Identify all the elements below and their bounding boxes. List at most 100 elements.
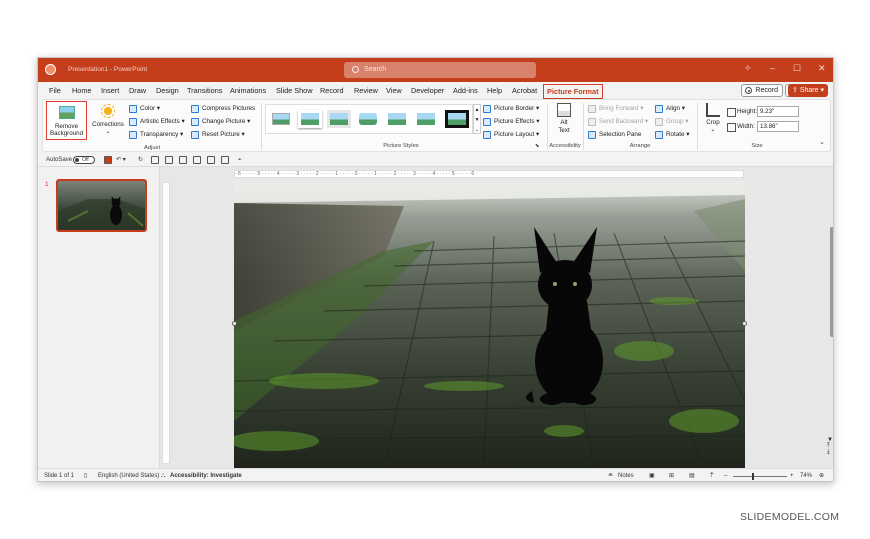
minimize-icon[interactable]: – <box>770 63 775 73</box>
notes-icon: ≘ <box>608 473 614 479</box>
undo-icon[interactable]: ↶ ▾ <box>116 154 126 166</box>
search-box[interactable]: Search <box>344 62 536 78</box>
tab-help[interactable]: Help <box>487 86 502 95</box>
tab-view[interactable]: View <box>386 86 402 95</box>
color-label: Color <box>140 105 156 112</box>
rotate-button[interactable]: Rotate ▾ <box>655 130 689 140</box>
color-button[interactable]: Color ▾ <box>129 104 160 114</box>
tab-review[interactable]: Review <box>354 86 378 95</box>
picture-style-3[interactable] <box>327 110 351 128</box>
remove-background-button[interactable]: Remove Background <box>46 101 87 140</box>
alt-text-button[interactable]: Alt Text <box>553 103 575 135</box>
picture-style-4[interactable] <box>356 110 380 128</box>
align-button[interactable]: Align ▾ <box>655 104 685 114</box>
picture-styles-gallery <box>265 104 473 134</box>
zoom-out-icon[interactable]: – <box>724 469 727 481</box>
bring-forward-button[interactable]: Bring Forward ▾ <box>588 104 643 114</box>
gallery-scroll[interactable]: ▲ ▼ ⌄ <box>473 104 481 134</box>
fit-to-window-icon[interactable]: ⊕ <box>819 469 824 481</box>
zoom-slider[interactable] <box>733 476 787 477</box>
scroll-arrows-icon[interactable]: ▼ ⤒ ⤓ <box>827 437 833 455</box>
picture-layout-label: Picture Layout <box>494 131 535 138</box>
new-icon[interactable] <box>165 156 173 164</box>
share-button[interactable]: ⇪ Share ▾ <box>788 84 828 97</box>
group-button[interactable]: Group ▾ <box>655 117 688 127</box>
tab-acrobat[interactable]: Acrobat <box>512 86 537 95</box>
artistic-effects-button[interactable]: Artistic Effects ▾ <box>129 117 185 127</box>
picture-effects-button[interactable]: Picture Effects ▾ <box>483 117 539 127</box>
selection-pane-button[interactable]: Selection Pane <box>588 130 641 140</box>
bring-forward-icon <box>588 105 596 113</box>
zoom-level[interactable]: 74% <box>800 469 812 481</box>
picture-style-7[interactable] <box>445 110 469 128</box>
slide-number: 1 <box>45 181 49 188</box>
slide-picture[interactable] <box>234 181 745 468</box>
tab-record[interactable]: Record <box>320 86 344 95</box>
resize-handle-left[interactable] <box>232 321 237 326</box>
picture-style-1[interactable] <box>269 110 293 128</box>
tab-design[interactable]: Design <box>156 86 179 95</box>
alt-text-label-2: Text <box>558 127 570 134</box>
accessibility-status[interactable]: Accessibility: Investigate <box>170 469 242 481</box>
normal-view-icon[interactable]: ▣ <box>649 469 655 481</box>
spelling-icon[interactable]: ▯ <box>84 469 87 481</box>
picture-border-button[interactable]: Picture Border ▾ <box>483 104 539 114</box>
compress-pictures-button[interactable]: Compress Pictures <box>191 104 255 114</box>
save-icon[interactable] <box>104 156 112 164</box>
tab-insert[interactable]: Insert <box>101 86 119 95</box>
picture-layout-icon <box>483 131 491 139</box>
picture-layout-button[interactable]: Picture Layout ▾ <box>483 130 539 140</box>
tab-file[interactable]: File <box>49 86 61 95</box>
crop-button[interactable]: Crop ⌄ <box>703 103 723 133</box>
height-input[interactable]: 9.23" <box>757 106 799 117</box>
tab-developer[interactable]: Developer <box>411 86 444 95</box>
lightbulb-icon[interactable]: ✧ <box>744 63 752 74</box>
picture-style-5[interactable] <box>385 110 409 128</box>
zoom-in-icon[interactable]: + <box>790 469 794 481</box>
tab-transitions[interactable]: Transitions <box>187 86 222 95</box>
print-icon[interactable] <box>193 156 201 164</box>
collapse-ribbon-icon[interactable]: ⌄ <box>819 138 825 146</box>
zoom-slider-thumb[interactable] <box>752 473 754 480</box>
send-backward-button[interactable]: Send Backward ▾ <box>588 117 648 127</box>
vertical-scrollbar[interactable] <box>830 227 833 337</box>
reading-view-icon[interactable]: ▤ <box>689 469 695 481</box>
tab-draw[interactable]: Draw <box>129 86 146 95</box>
email-icon[interactable] <box>179 156 187 164</box>
powerpoint-logo-icon <box>45 64 56 75</box>
transparency-button[interactable]: Transparency ▾ <box>129 130 183 140</box>
kitten-photo <box>234 181 745 468</box>
corrections-button[interactable]: Corrections ⌄ <box>90 104 126 135</box>
present-icon[interactable] <box>207 156 215 164</box>
reset-picture-icon <box>191 131 199 139</box>
language-status[interactable]: English (United States) <box>98 469 159 481</box>
close-icon[interactable]: ✕ <box>818 63 826 74</box>
reset-picture-button[interactable]: Reset Picture ▾ <box>191 130 245 140</box>
tab-animations[interactable]: Animations <box>230 86 266 95</box>
redo-icon[interactable]: ↻ <box>138 154 143 166</box>
search-placeholder: Search <box>364 66 387 73</box>
tab-picture-format[interactable]: Picture Format <box>543 84 603 100</box>
editor-area: 1 · 6 · · · · · 5 · · · · · 4 · · · · · … <box>38 166 833 469</box>
duplicate-icon[interactable] <box>221 156 229 164</box>
tab-slide-show[interactable]: Slide Show <box>276 86 313 95</box>
autosave-toggle[interactable]: Off <box>73 156 95 164</box>
picture-style-6[interactable] <box>414 110 438 128</box>
customize-qat-icon[interactable]: ⩡ <box>238 154 241 166</box>
chevron-down-icon: ⌄ <box>105 128 111 135</box>
dialog-launcher-icon[interactable]: ⬊ <box>535 141 539 151</box>
resize-handle-right[interactable] <box>742 321 747 326</box>
width-input[interactable]: 13.86" <box>757 121 799 132</box>
tab-home[interactable]: Home <box>72 86 91 95</box>
watermark-credit: SLIDEMODEL.COM <box>740 511 840 523</box>
notes-button[interactable]: Notes <box>618 469 634 481</box>
open-icon[interactable] <box>151 156 159 164</box>
record-button[interactable]: Record <box>741 84 783 97</box>
restore-icon[interactable]: ☐ <box>793 63 801 74</box>
slide-sorter-icon[interactable]: ⊞ <box>669 469 674 481</box>
change-picture-button[interactable]: Change Picture ▾ <box>191 117 250 127</box>
picture-style-2[interactable] <box>298 110 322 128</box>
presenter-view-icon[interactable]: ⍑ <box>710 469 714 481</box>
tab-add-ins[interactable]: Add-ins <box>453 86 478 95</box>
slide-thumbnail[interactable] <box>56 179 147 232</box>
